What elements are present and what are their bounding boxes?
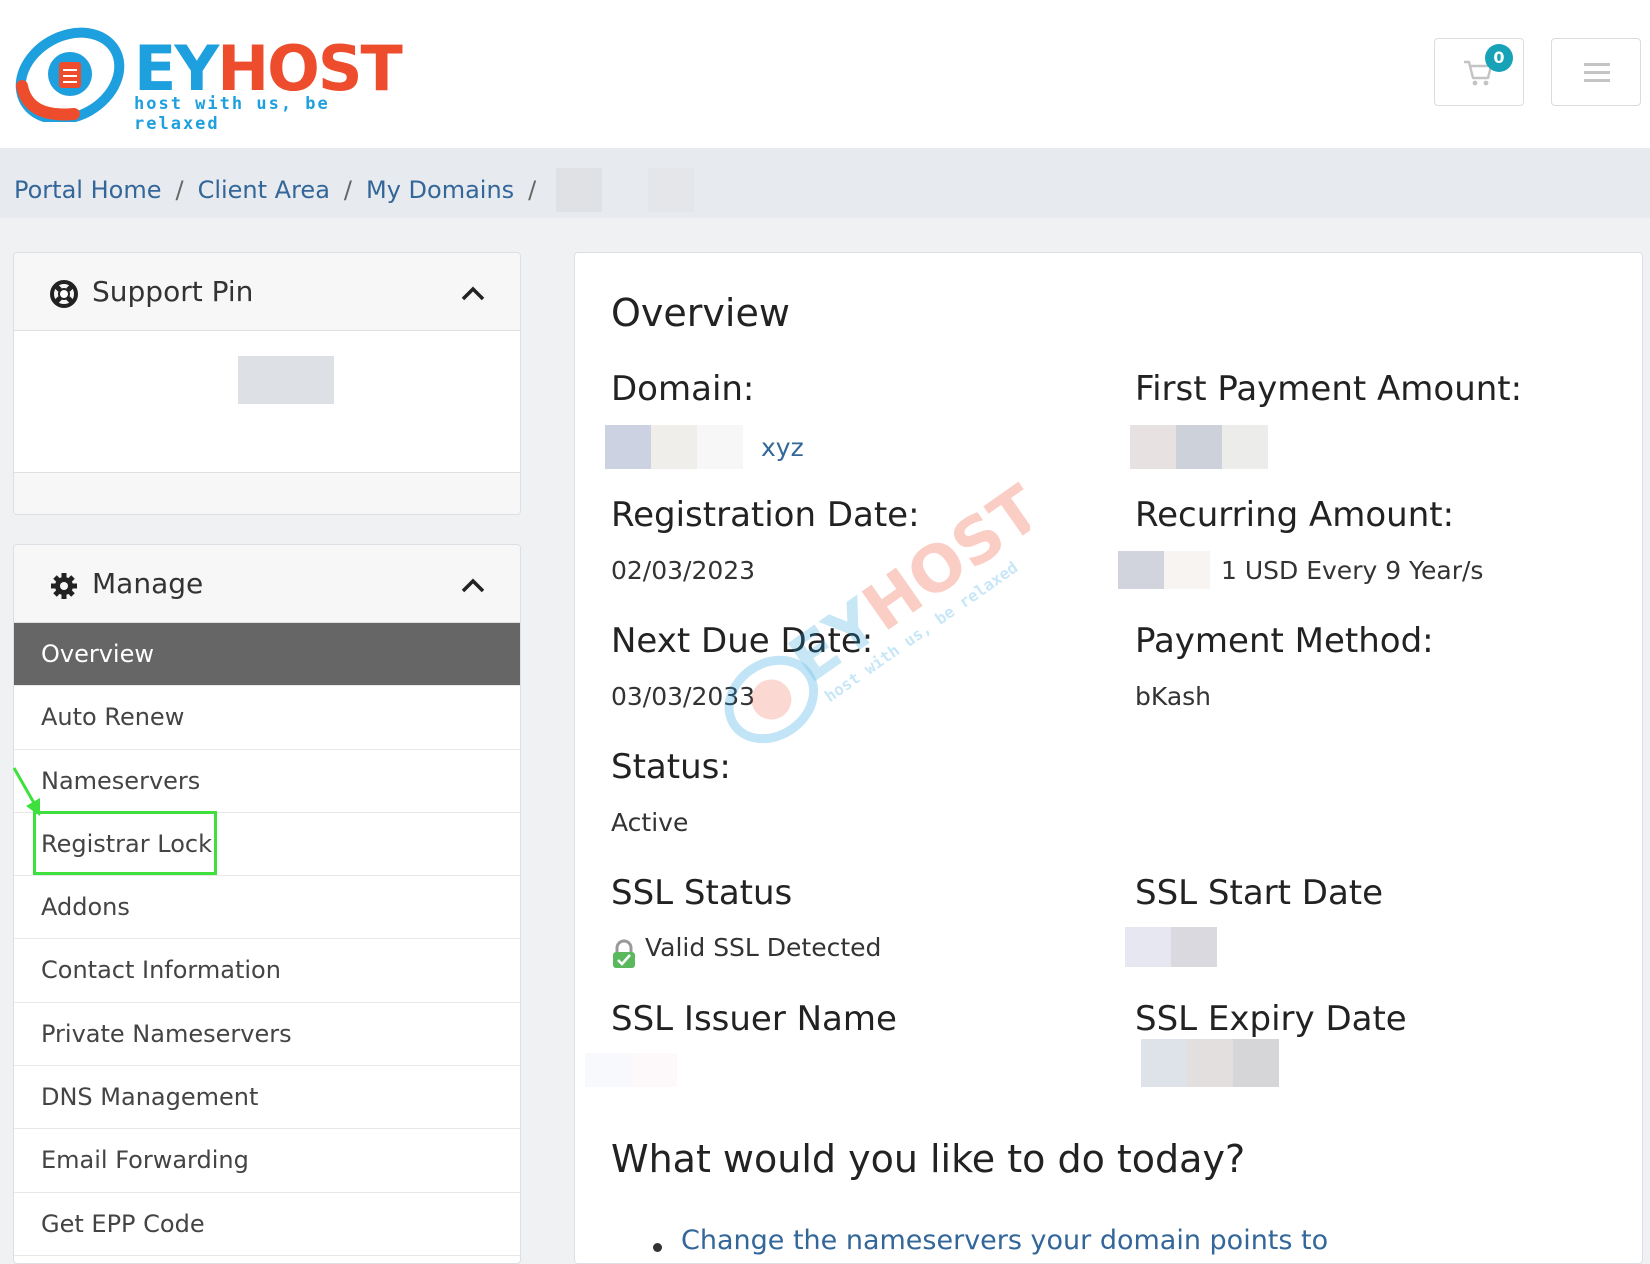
breadcrumb: Portal Home / Client Area / My Domains /: [14, 168, 695, 212]
breadcrumb-redacted: [648, 168, 695, 212]
menu-toggle-button[interactable]: [1551, 38, 1641, 106]
manage-header[interactable]: Manage: [14, 545, 520, 623]
support-pin-redacted: [238, 356, 334, 404]
next-due-date-value: 03/03/2033: [611, 682, 756, 711]
logo-emblem-icon: [15, 27, 125, 125]
domain-redacted: [697, 425, 743, 469]
recurring-amount-label: Recurring Amount:: [1135, 495, 1455, 535]
overview-title: Overview: [611, 291, 790, 335]
registrar-lock-highlight: [33, 811, 217, 875]
support-pin-footer: [14, 472, 520, 514]
menu-item-email-forwarding[interactable]: Email Forwarding: [14, 1129, 520, 1193]
list-bullet: [653, 1243, 662, 1252]
manage-title: Manage: [92, 567, 204, 600]
logo-tagline: host with us, be relaxed: [134, 94, 330, 134]
registration-date-value: 02/03/2023: [611, 556, 756, 585]
cart-count-badge: 0: [1485, 44, 1513, 72]
menu-item-get-epp-code[interactable]: Get EPP Code: [14, 1193, 520, 1256]
next-due-date-label: Next Due Date:: [611, 621, 874, 661]
support-pin-panel: Support Pin: [13, 252, 521, 515]
eyhost-logo[interactable]: EYHOST host with us, be relaxed: [14, 26, 414, 134]
menu-item-contact-information[interactable]: Contact Information: [14, 939, 520, 1003]
domain-redacted: [605, 425, 651, 469]
breadcrumb-separator: /: [343, 176, 352, 204]
ssl-lock-icon: [613, 939, 635, 968]
menu-item-nameservers[interactable]: Nameservers: [14, 750, 520, 813]
ssl-start-date-label: SSL Start Date: [1135, 873, 1384, 913]
breadcrumb-bar: Portal Home / Client Area / My Domains /: [0, 148, 1650, 218]
site-header: EYHOST host with us, be relaxed 0: [0, 0, 1650, 148]
chevron-up-icon[interactable]: [458, 571, 488, 601]
chevron-up-icon[interactable]: [458, 279, 488, 309]
ssl-expiry-label: SSL Expiry Date: [1135, 999, 1407, 1039]
manage-menu: Overview Auto Renew Nameservers Registra…: [14, 623, 520, 1256]
recurring-redacted: [1164, 551, 1210, 589]
menu-item-addons[interactable]: Addons: [14, 876, 520, 940]
ssl-start-redacted: [1125, 927, 1171, 967]
breadcrumb-separator: /: [528, 176, 537, 204]
registration-date-label: Registration Date:: [611, 495, 920, 535]
gear-icon: [51, 573, 77, 599]
payment-method-value: bKash: [1135, 682, 1212, 711]
ssl-status-value: Valid SSL Detected: [645, 933, 882, 962]
first-payment-redacted: [1176, 425, 1222, 469]
breadcrumb-portal-home[interactable]: Portal Home: [14, 176, 161, 204]
menu-item-private-nameservers[interactable]: Private Nameservers: [14, 1003, 520, 1067]
menu-item-dns-management[interactable]: DNS Management: [14, 1066, 520, 1130]
hamburger-icon: [1584, 63, 1610, 82]
first-payment-redacted: [1222, 425, 1268, 469]
manage-panel: Manage Overview Auto Renew Nameservers R…: [13, 544, 521, 1264]
breadcrumb-client-area[interactable]: Client Area: [198, 176, 330, 204]
ssl-issuer-label: SSL Issuer Name: [611, 999, 897, 1039]
first-payment-redacted: [1130, 425, 1176, 469]
support-pin-header[interactable]: Support Pin: [14, 253, 520, 331]
breadcrumb-separator: /: [175, 176, 184, 204]
payment-method-label: Payment Method:: [1135, 621, 1434, 661]
domain-label: Domain:: [611, 369, 755, 409]
first-payment-label: First Payment Amount:: [1135, 369, 1523, 409]
actions-title: What would you like to do today?: [611, 1137, 1246, 1181]
overview-panel: Overview Domain: xyz First Payment Amoun…: [574, 252, 1643, 1264]
status-value: Active: [611, 808, 689, 837]
ssl-issuer-redacted: [585, 1053, 631, 1087]
breadcrumb-redacted: [556, 168, 603, 212]
ssl-status-label: SSL Status: [611, 873, 793, 913]
domain-link[interactable]: xyz: [761, 433, 804, 462]
recurring-redacted: [1118, 551, 1164, 589]
menu-item-auto-renew[interactable]: Auto Renew: [14, 686, 520, 750]
ssl-start-redacted: [1171, 927, 1217, 967]
change-nameservers-link[interactable]: Change the nameservers your domain point…: [681, 1225, 1328, 1256]
breadcrumb-my-domains[interactable]: My Domains: [366, 176, 514, 204]
ssl-expiry-redacted: [1187, 1039, 1233, 1087]
life-ring-icon: [50, 280, 78, 308]
support-pin-title: Support Pin: [92, 275, 254, 308]
green-arrow-icon: [12, 767, 40, 816]
menu-item-overview[interactable]: Overview: [14, 623, 520, 687]
ssl-expiry-redacted: [1141, 1039, 1187, 1087]
ssl-expiry-redacted: [1233, 1039, 1279, 1087]
cart-button[interactable]: 0: [1434, 38, 1524, 106]
status-label: Status:: [611, 747, 731, 787]
domain-redacted: [651, 425, 697, 469]
ssl-issuer-redacted: [631, 1053, 677, 1087]
recurring-amount-value: 1 USD Every 9 Year/s: [1221, 556, 1484, 585]
